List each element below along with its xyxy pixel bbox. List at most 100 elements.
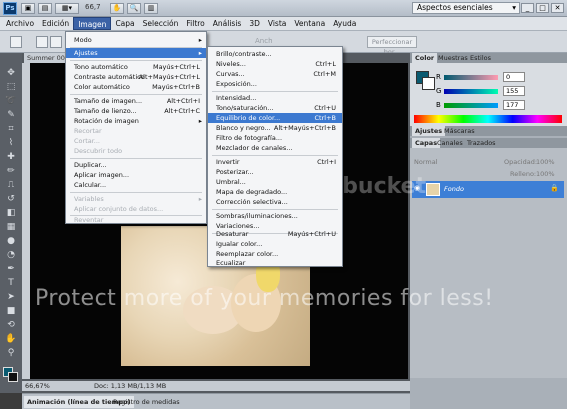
tab-color[interactable]: Color [412, 53, 438, 63]
tab-channels[interactable]: Canales [434, 138, 466, 148]
submenu-item-filtro-foto[interactable]: Filtro de fotografía... [208, 133, 342, 143]
menu-vista[interactable]: Vista [264, 17, 291, 30]
minibridge-button[interactable]: ▤ [38, 3, 52, 14]
workspace-select[interactable]: Aspectos esenciales ▾ [412, 2, 520, 14]
submenu-item-correccion-selectiva[interactable]: Corrección selectiva... [208, 197, 342, 207]
bridge-button[interactable]: ▣ [21, 3, 35, 14]
lasso-tool-icon[interactable]: ➰ [4, 95, 18, 107]
menu-filtro[interactable]: Filtro [182, 17, 208, 30]
submenu-item-intensidad[interactable]: Intensidad... [208, 93, 342, 103]
submenu-item-niveles[interactable]: Niveles... Ctrl+L [208, 59, 342, 69]
submenu-item-umbral[interactable]: Umbral... [208, 177, 342, 187]
pen-tool-icon[interactable]: ✒ [4, 263, 18, 275]
fill-value[interactable]: 100% [536, 170, 555, 178]
menu-archivo[interactable]: Archivo [2, 17, 38, 30]
menu-item-calcular[interactable]: Calcular... [66, 180, 206, 190]
refine-edge-button[interactable]: Perfeccionar bor... [367, 36, 417, 56]
submenu-item-equilibrio-color[interactable]: Equilibrio de color... Ctrl+B [208, 113, 342, 123]
shape-tool-icon[interactable]: ■ [4, 305, 18, 317]
menu-ayuda[interactable]: Ayuda [329, 17, 360, 30]
3d-rotate-tool-icon[interactable]: ⟲ [4, 319, 18, 331]
move-tool-icon[interactable]: ✥ [4, 67, 18, 79]
menu-item-aplicar-imagen[interactable]: Aplicar imagen... [66, 170, 206, 180]
submenu-item-invertir[interactable]: Invertir Ctrl+I [208, 157, 342, 167]
stamp-tool-icon[interactable]: ⎍ [4, 179, 18, 191]
submenu-item-ecualizar[interactable]: Ecualizar [208, 258, 342, 268]
zoom-tool-icon[interactable]: ⚲ [4, 347, 18, 359]
color-spectrum-bar[interactable] [414, 115, 562, 123]
menu-item-tamano-imagen[interactable]: Tamaño de imagen... Alt+Ctrl+I [66, 96, 206, 106]
maximize-button[interactable]: □ [536, 3, 549, 13]
menu-3d[interactable]: 3D [245, 17, 264, 30]
tab-measurement-log[interactable]: Registro de medidas [110, 396, 183, 408]
color-r-input[interactable]: 0 [503, 72, 525, 82]
layer-row-fondo[interactable]: ◉ Fondo 🔒 [412, 181, 564, 198]
color-b-slider[interactable] [444, 103, 498, 108]
submenu-item-sombras[interactable]: Sombras/iluminaciones... [208, 211, 342, 221]
menu-item-rotacion[interactable]: Rotación de imagen ▸ [66, 116, 206, 126]
eraser-tool-icon[interactable]: ◧ [4, 207, 18, 219]
color-r-slider[interactable] [444, 75, 498, 80]
tab-masks[interactable]: Máscaras [441, 126, 478, 136]
marquee-preset-icon[interactable] [10, 36, 22, 48]
opacity-value[interactable]: 100% [536, 158, 555, 166]
arrange-documents-button[interactable]: ▥ [144, 3, 158, 14]
quick-select-tool-icon[interactable]: ✎ [4, 109, 18, 121]
color-b-input[interactable]: 177 [503, 100, 525, 110]
submenu-item-brillo[interactable]: Brillo/contraste... [208, 49, 342, 59]
new-selection-icon[interactable] [36, 36, 48, 48]
menu-item-color-auto[interactable]: Color automático Mayús+Ctrl+B [66, 82, 206, 92]
menu-item-reventar: Reventar [66, 215, 206, 225]
submenu-item-posterizar[interactable]: Posterizar... [208, 167, 342, 177]
menu-item-ajustes[interactable]: Ajustes ▸ [66, 48, 206, 58]
submenu-item-mapa-degradado[interactable]: Mapa de degradado... [208, 187, 342, 197]
eyedropper-tool-icon[interactable]: ⌇ [4, 137, 18, 149]
view-extras-button[interactable]: ▦▾ [55, 3, 79, 14]
hand-tool-button[interactable]: ✋ [110, 3, 124, 14]
menu-edicion[interactable]: Edición [38, 17, 73, 30]
submenu-item-igualar-color[interactable]: Igualar color... [208, 239, 342, 249]
blend-mode-select[interactable]: Normal [414, 158, 438, 166]
menu-item-aplicar-datos: Aplicar conjunto de datos... [66, 204, 206, 214]
close-button[interactable]: ✕ [551, 3, 564, 13]
submenu-item-mezclador[interactable]: Mezclador de canales... [208, 143, 342, 153]
menu-item-tono-auto[interactable]: Tono automático Mayús+Ctrl+L [66, 62, 206, 72]
zoom-level[interactable]: 66,7 [85, 3, 101, 11]
submenu-item-curvas[interactable]: Curvas... Ctrl+M [208, 69, 342, 79]
tab-swatches[interactable]: Muestras [435, 53, 471, 63]
add-selection-icon[interactable] [50, 36, 62, 48]
history-brush-tool-icon[interactable]: ↺ [4, 193, 18, 205]
blur-tool-icon[interactable]: ● [4, 235, 18, 247]
menu-item-tamano-lienzo[interactable]: Tamaño de lienzo... Alt+Ctrl+C [66, 106, 206, 116]
crop-tool-icon[interactable]: ⌗ [4, 123, 18, 135]
menu-seleccion[interactable]: Selección [139, 17, 183, 30]
path-select-tool-icon[interactable]: ➤ [4, 291, 18, 303]
color-g-input[interactable]: 155 [503, 86, 525, 96]
submenu-item-tono-saturacion[interactable]: Tono/saturación... Ctrl+U [208, 103, 342, 113]
menu-analisis[interactable]: Análisis [209, 17, 246, 30]
background-color-swatch[interactable] [8, 372, 18, 382]
tab-styles[interactable]: Estilos [467, 53, 494, 63]
healing-tool-icon[interactable]: ✚ [4, 151, 18, 163]
menu-capa[interactable]: Capa [111, 17, 138, 30]
submenu-item-exposicion[interactable]: Exposición... [208, 79, 342, 89]
minimize-button[interactable]: _ [521, 3, 534, 13]
color-g-slider[interactable] [444, 89, 498, 94]
submenu-item-desaturar[interactable]: Desaturar Mayús+Ctrl+U [208, 229, 342, 239]
tab-paths[interactable]: Trazados [464, 138, 499, 148]
hand-tool-icon[interactable]: ✋ [4, 333, 18, 345]
menu-item-contraste-auto[interactable]: Contraste automático Alt+Mayús+Ctrl+L [66, 72, 206, 82]
menu-imagen[interactable]: Imagen [73, 17, 112, 30]
menu-ventana[interactable]: Ventana [290, 17, 329, 30]
panel-background-swatch[interactable] [422, 77, 435, 90]
submenu-item-blanco-negro[interactable]: Blanco y negro... Alt+Mayús+Ctrl+B [208, 123, 342, 133]
dodge-tool-icon[interactable]: ◔ [4, 249, 18, 261]
menu-item-modo[interactable]: Modo ▸ [66, 35, 206, 45]
marquee-tool-icon[interactable]: ⬚ [4, 81, 18, 93]
zoom-tool-button[interactable]: 🔍 [127, 3, 141, 14]
menu-item-duplicar[interactable]: Duplicar... [66, 160, 206, 170]
type-tool-icon[interactable]: T [4, 277, 18, 289]
status-zoom[interactable]: 66,67% [25, 381, 50, 391]
gradient-tool-icon[interactable]: ▦ [4, 221, 18, 233]
brush-tool-icon[interactable]: ✏ [4, 165, 18, 177]
